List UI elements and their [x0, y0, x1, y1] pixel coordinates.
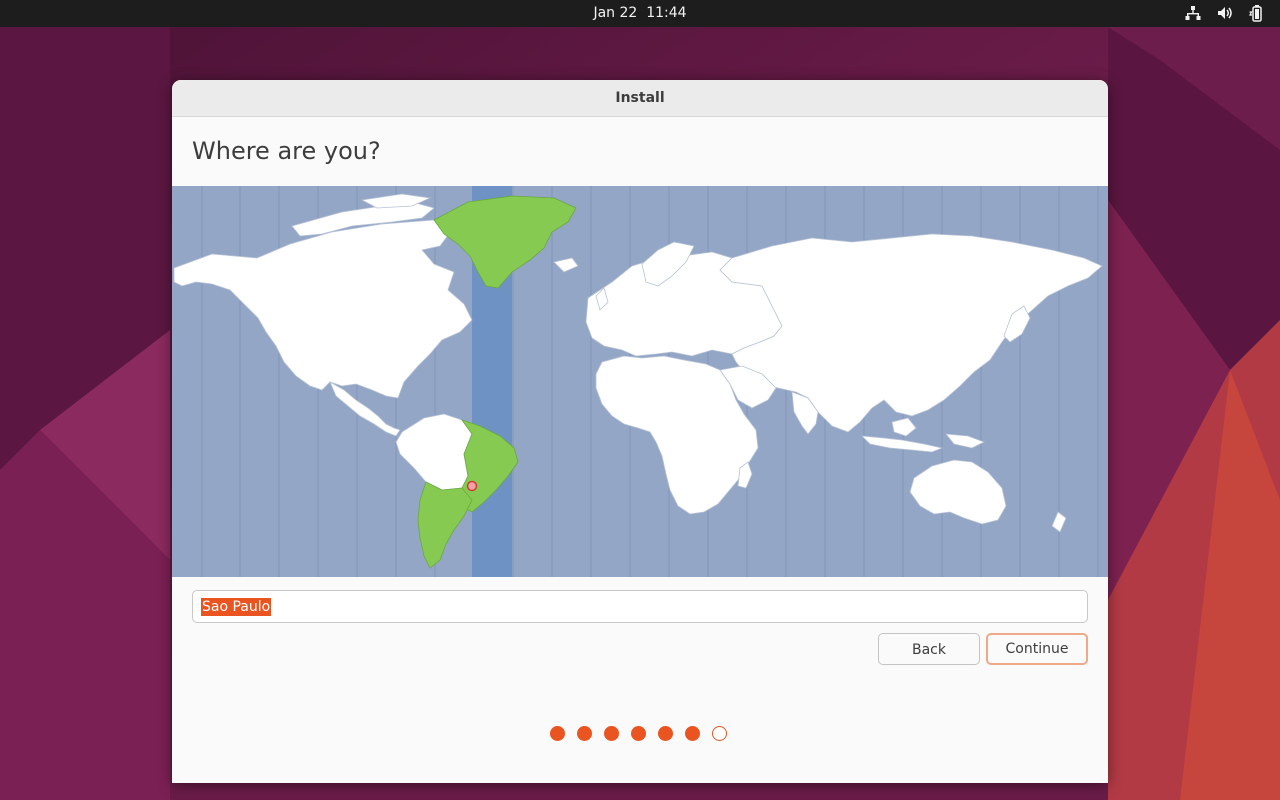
location-field[interactable]: Sao Paulo — [192, 590, 1088, 623]
window-title: Install — [615, 90, 665, 106]
clock-button[interactable]: Jan 22 11:44 — [593, 5, 686, 21]
step-indicator — [550, 726, 727, 741]
battery-icon — [1249, 5, 1262, 22]
clock: Jan 22 11:44 — [0, 0, 1280, 27]
location-marker — [466, 480, 478, 492]
top-bar: Jan 22 11:44 — [0, 0, 1280, 27]
location-input-selected-text: Sao Paulo — [201, 598, 272, 616]
system-tray[interactable] — [1184, 4, 1266, 22]
clock-date: Jan 22 — [593, 5, 638, 21]
step-dot-completed — [685, 726, 700, 741]
network-icon — [1185, 6, 1201, 20]
page-title: Where are you? — [192, 137, 381, 165]
clock-time: 11:44 — [646, 5, 687, 21]
step-dot-completed — [577, 726, 592, 741]
window-titlebar[interactable]: Install — [172, 80, 1108, 117]
volume-icon — [1218, 7, 1232, 19]
step-dot-completed — [658, 726, 673, 741]
timezone-map[interactable] — [172, 186, 1108, 577]
continue-button[interactable]: Continue — [986, 633, 1088, 665]
step-dot-completed — [604, 726, 619, 741]
back-button[interactable]: Back — [878, 633, 980, 665]
step-dot-completed — [631, 726, 646, 741]
step-dot-completed — [550, 726, 565, 741]
installer-window: Install Where are you? Sao Paulo Back Co… — [172, 80, 1108, 783]
step-dot-current — [712, 726, 727, 741]
